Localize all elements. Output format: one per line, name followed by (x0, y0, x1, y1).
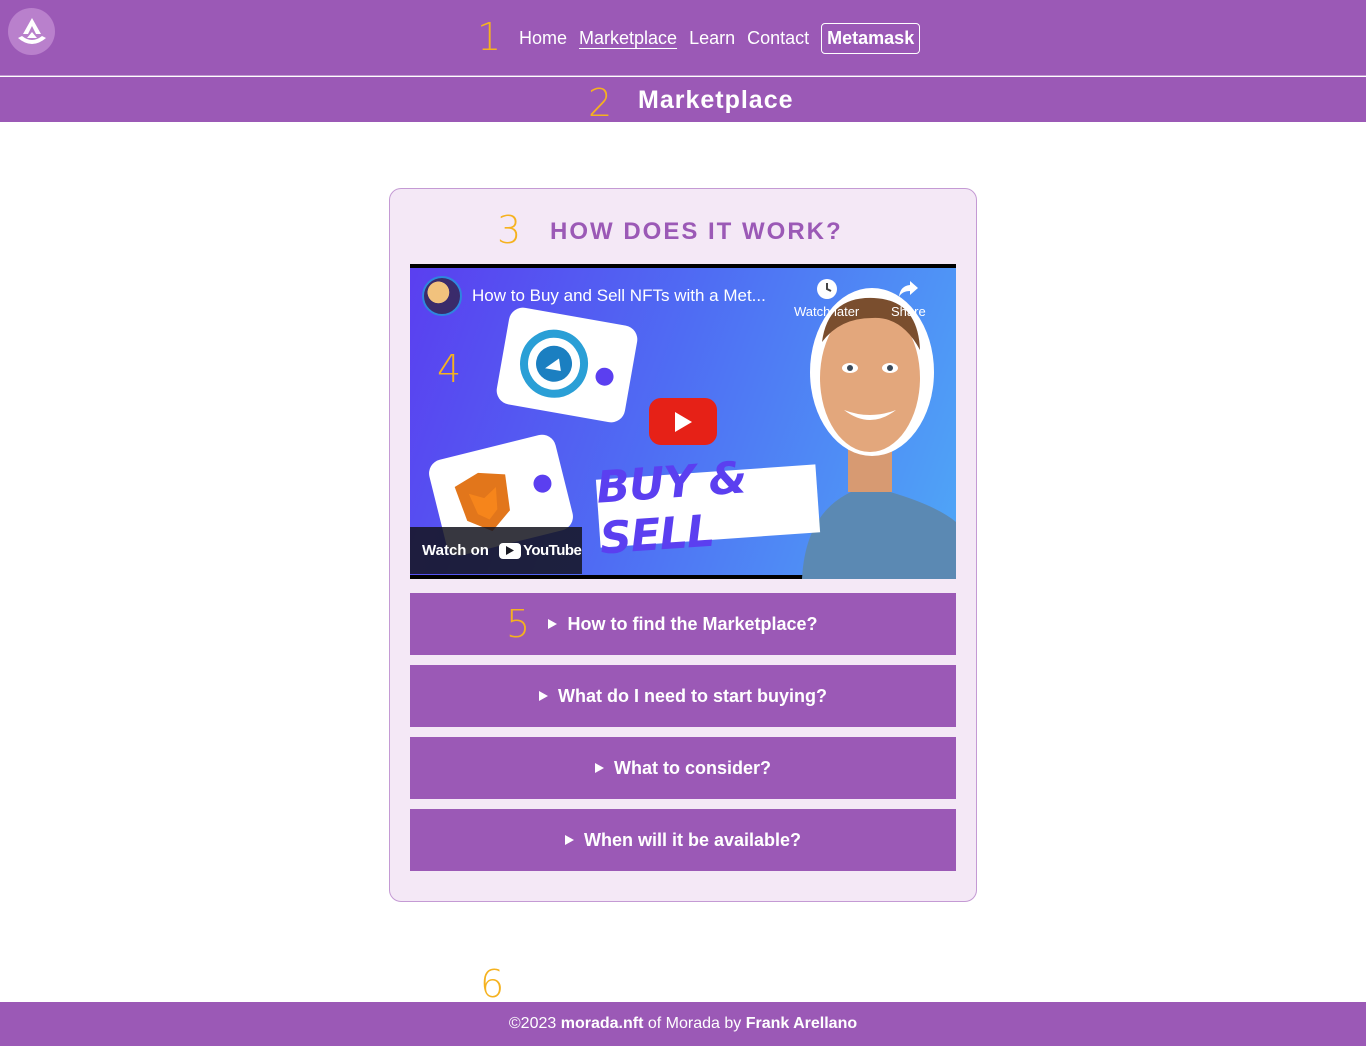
annotation-1: 1 (477, 15, 502, 59)
faq-item-start-buying[interactable]: What do I need to start buying? (410, 665, 956, 727)
share-icon (899, 281, 919, 297)
faq-question: What do I need to start buying? (558, 685, 827, 706)
footer-site-link[interactable]: morada.nft (561, 1015, 644, 1033)
youtube-wordmark: YouTube (522, 542, 582, 559)
play-icon (675, 411, 692, 432)
faq-item-find-marketplace[interactable]: How to find the Marketplace? (410, 593, 956, 655)
faq-item-consider[interactable]: What to consider? (410, 737, 956, 799)
annotation-3: 3 (497, 208, 522, 252)
metamask-button[interactable]: Metamask (821, 22, 921, 54)
expand-triangle-icon (548, 619, 558, 629)
nav-contact-link[interactable]: Contact (747, 28, 809, 49)
watch-later-button[interactable]: Watch later (794, 278, 859, 319)
youtube-play-icon (498, 542, 521, 559)
share-label: Share (891, 304, 926, 319)
expand-triangle-icon (539, 691, 548, 701)
page-title: Marketplace (638, 86, 794, 114)
annotation-4: 4 (437, 347, 462, 391)
youtube-logo: YouTube (498, 542, 582, 559)
nav-home-link[interactable]: Home (519, 28, 567, 49)
footer-middle-text: of Morada by (647, 1015, 742, 1032)
footer-author-link[interactable]: Frank Arellano (746, 1015, 857, 1033)
opensea-card-graphic (494, 305, 640, 425)
faq-question: When will it be available? (583, 829, 802, 850)
nav-marketplace-link[interactable]: Marketplace (579, 28, 677, 49)
watch-later-label: Watch later (794, 304, 860, 319)
expand-triangle-icon (595, 763, 604, 773)
buy-sell-sticker: BUY & SELL (595, 452, 821, 565)
clock-icon (816, 279, 837, 299)
logo-icon[interactable] (8, 8, 55, 55)
annotation-2: 2 (588, 81, 613, 125)
annotation-6: 6 (480, 962, 505, 1006)
video-title[interactable]: How to Buy and Sell NFTs with a Met... (472, 286, 782, 306)
watch-on-youtube-button[interactable]: Watch on YouTube (410, 527, 582, 574)
nav-links: Home Marketplace Learn Contact Metamask (519, 22, 921, 54)
faq-item-availability[interactable]: When will it be available? (410, 809, 956, 871)
channel-avatar[interactable] (422, 276, 462, 316)
faq-question: How to find the Marketplace? (567, 613, 818, 634)
watch-on-label: Watch on (422, 542, 489, 559)
nav-learn-link[interactable]: Learn (689, 28, 735, 49)
buy-sell-text: BUY & SELL (594, 452, 748, 565)
play-button[interactable] (649, 398, 717, 445)
footer: ©2023 morada.nft of Morada by Frank Arel… (0, 1002, 1366, 1046)
navbar: Home Marketplace Learn Contact Metamask (0, 0, 1366, 76)
annotation-5: 5 (506, 602, 531, 646)
footer-copyright: ©2023 (508, 1015, 557, 1032)
faq-question: What to consider? (614, 757, 771, 778)
share-button[interactable]: Share (891, 278, 926, 319)
expand-triangle-icon (564, 835, 574, 845)
card-heading: HOW DOES IT WORK? (550, 218, 843, 245)
youtube-video-embed[interactable]: BUY & SELL How to Buy and Sell NFTs with… (410, 264, 956, 579)
